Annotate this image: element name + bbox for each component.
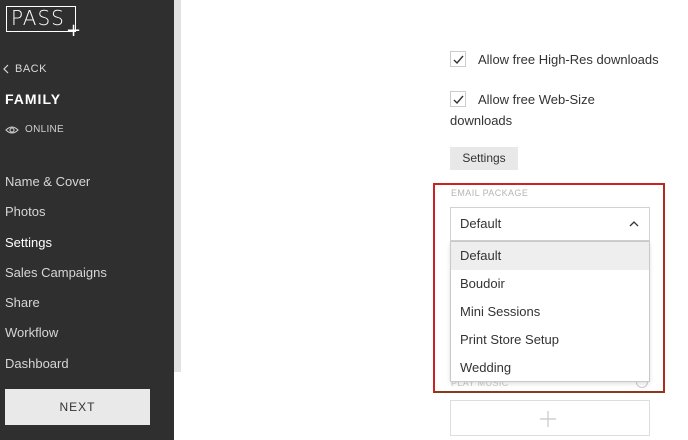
sidebar-nav: Name & Cover Photos Settings Sales Campa… xyxy=(0,172,174,384)
status-label: ONLINE xyxy=(25,124,65,135)
dropdown-option-print-store-setup[interactable]: Print Store Setup xyxy=(451,326,649,354)
dropdown-option-mini-sessions[interactable]: Mini Sessions xyxy=(451,298,649,326)
email-package-dropdown: Default Boudoir Mini Sessions Print Stor… xyxy=(450,241,650,382)
sidebar-item-workflow[interactable]: Workflow xyxy=(0,323,174,353)
download-settings-button[interactable]: Settings xyxy=(450,147,518,170)
sidebar-item-name-cover[interactable]: Name & Cover xyxy=(0,172,174,202)
gallery-title: FAMILY xyxy=(5,91,62,107)
back-link[interactable]: BACK xyxy=(3,63,47,75)
highres-download-option[interactable]: Allow free High-Res downloads xyxy=(450,51,659,67)
eye-icon xyxy=(5,125,19,134)
websize-label-line2: downloads xyxy=(450,113,513,128)
sidebar-item-share[interactable]: Share xyxy=(0,293,174,323)
logo-text: PASS xyxy=(11,6,65,30)
email-package-selected: Default xyxy=(460,216,502,231)
check-icon xyxy=(453,55,464,65)
sidebar: PASS + BACK FAMILY ONLINE Name & Cover P… xyxy=(0,0,174,440)
sidebar-item-sales-campaigns[interactable]: Sales Campaigns xyxy=(0,263,174,293)
plus-icon xyxy=(540,411,556,427)
email-package-select[interactable]: Default xyxy=(450,207,650,241)
add-music-button[interactable] xyxy=(450,400,650,436)
dropdown-option-default[interactable]: Default xyxy=(451,242,649,271)
email-package-label: EMAIL PACKAGE xyxy=(451,188,529,198)
highres-label: Allow free High-Res downloads xyxy=(478,52,659,67)
sidebar-item-photos[interactable]: Photos xyxy=(0,202,174,232)
sidebar-item-settings[interactable]: Settings xyxy=(0,233,174,263)
check-icon xyxy=(453,95,464,105)
sidebar-item-dashboard[interactable]: Dashboard xyxy=(0,354,174,384)
chevron-left-icon xyxy=(3,64,9,74)
dropdown-option-wedding[interactable]: Wedding xyxy=(451,354,649,382)
sidebar-scrollbar[interactable] xyxy=(174,0,181,372)
dropdown-option-boudoir[interactable]: Boudoir xyxy=(451,270,649,298)
highres-checkbox[interactable] xyxy=(450,51,466,67)
websize-download-option[interactable]: Allow free Web-Size xyxy=(450,91,595,107)
back-label: BACK xyxy=(15,63,47,75)
websize-checkbox[interactable] xyxy=(450,91,466,107)
app-window: PASS + BACK FAMILY ONLINE Name & Cover P… xyxy=(0,0,688,440)
logo-plus-mark: + xyxy=(66,20,82,41)
next-button[interactable]: NEXT xyxy=(5,389,150,425)
websize-label-line1: Allow free Web-Size xyxy=(478,92,595,107)
chevron-up-icon xyxy=(629,221,639,227)
gallery-status[interactable]: ONLINE xyxy=(5,124,64,135)
